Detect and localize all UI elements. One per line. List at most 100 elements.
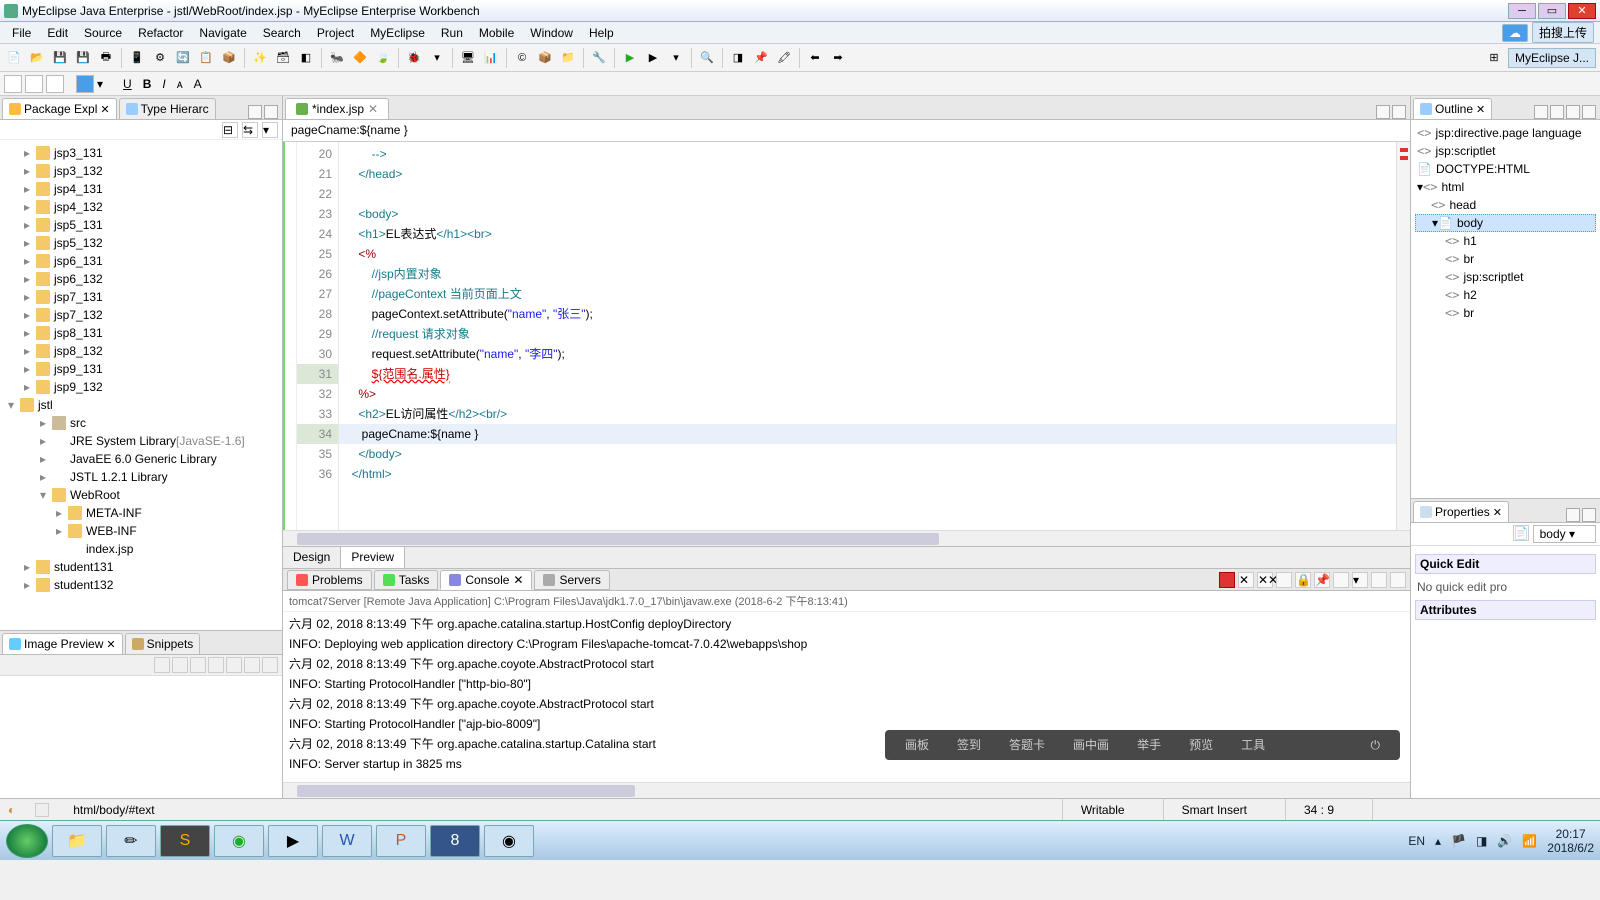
outline-item[interactable]: <>jsp:directive.page language — [1415, 124, 1596, 142]
perspective-myeclipse[interactable]: MyEclipse J... — [1508, 48, 1596, 68]
menu-mobile[interactable]: Mobile — [473, 24, 520, 42]
minimize-button[interactable]: ─ — [1508, 3, 1536, 19]
underline-icon[interactable]: U — [119, 77, 136, 91]
tree-item[interactable]: ▸ jsp3_131 — [0, 144, 282, 162]
terminate-icon[interactable] — [1219, 572, 1235, 588]
tree-item[interactable]: ▸ jsp4_132 — [0, 198, 282, 216]
tray-expand-icon[interactable]: ▴ — [1435, 834, 1441, 848]
remove-all-icon[interactable]: ✕✕ — [1257, 572, 1273, 588]
tab-problems[interactable]: Problems — [287, 570, 372, 590]
action-center-icon[interactable]: ◨ — [1476, 834, 1487, 848]
clear-console-icon[interactable] — [1276, 572, 1292, 588]
paste-icon[interactable]: 📋 — [196, 48, 216, 68]
folding-ruler[interactable] — [283, 142, 297, 530]
outline-item[interactable]: <>br — [1415, 250, 1596, 268]
print-icon[interactable]: 🖶 — [96, 48, 116, 68]
run-config-icon[interactable]: ▾ — [666, 48, 686, 68]
tree-item[interactable]: ▸ src — [0, 414, 282, 432]
word-icon[interactable]: W — [322, 825, 372, 857]
console-min-icon[interactable] — [1371, 572, 1387, 588]
menu-navigate[interactable]: Navigate — [193, 24, 252, 42]
outline-tree[interactable]: <>jsp:directive.page language <>jsp:scri… — [1411, 120, 1600, 498]
run-icon[interactable]: ▶ — [620, 48, 640, 68]
tree-item[interactable]: ▸ JRE System Library [JavaSE-1.6] — [0, 432, 282, 450]
open-console-icon[interactable]: ▾ — [1352, 572, 1368, 588]
box3-icon[interactable] — [46, 75, 64, 93]
outline-item[interactable]: <>head — [1415, 196, 1596, 214]
tree-item[interactable]: ▸ jsp9_132 — [0, 378, 282, 396]
code-area[interactable]: --> </head> <body> <h1>EL表达式</h1><br> <%… — [339, 142, 1396, 530]
outline-item[interactable]: <>h1 — [1415, 232, 1596, 250]
menu-source[interactable]: Source — [78, 24, 128, 42]
zoom-in-icon[interactable] — [190, 657, 206, 673]
highlight-icon[interactable]: 🖍 — [774, 48, 794, 68]
media-icon[interactable]: ▶ — [268, 825, 318, 857]
pin-icon[interactable]: 📌 — [751, 48, 771, 68]
server-icon[interactable]: 🖥 — [458, 48, 478, 68]
myeclipse-icon[interactable]: 8 — [430, 825, 480, 857]
fit-icon[interactable] — [226, 657, 242, 673]
overlay-tools[interactable]: 工具 — [1241, 735, 1265, 755]
tab-tasks[interactable]: Tasks — [374, 570, 439, 590]
tab-preview[interactable]: Preview — [341, 547, 405, 568]
tree-item[interactable]: ▸ jsp5_132 — [0, 234, 282, 252]
tab-properties[interactable]: Properties ✕ — [1413, 501, 1509, 522]
save-all-icon[interactable]: 💾 — [73, 48, 93, 68]
overlay-answer[interactable]: 答题卡 — [1009, 735, 1045, 755]
package-explorer-tree[interactable]: ▸ jsp3_131▸ jsp3_132▸ jsp4_131▸ jsp4_132… — [0, 140, 282, 630]
editor-breadcrumb[interactable]: pageCname:${name } — [283, 120, 1410, 142]
volume-icon[interactable]: 🔊 — [1497, 834, 1512, 848]
tree-item[interactable]: ▸ jsp4_131 — [0, 180, 282, 198]
drop-icon[interactable]: ▾ — [97, 77, 103, 91]
struts-icon[interactable]: 🔶 — [350, 48, 370, 68]
ipv-btn7-icon[interactable] — [262, 657, 278, 673]
collapse-all-icon[interactable]: ⊟ — [222, 122, 238, 138]
menu-project[interactable]: Project — [311, 24, 360, 42]
forward-icon[interactable]: ➡ — [828, 48, 848, 68]
debug-drop-icon[interactable]: ▾ — [427, 48, 447, 68]
attributes-section[interactable]: Attributes — [1415, 600, 1596, 620]
tree-item[interactable]: ▸ jsp7_132 — [0, 306, 282, 324]
ime-indicator[interactable]: EN — [1408, 834, 1425, 848]
tab-design[interactable]: Design — [283, 547, 341, 568]
db-icon[interactable]: 🗃 — [273, 48, 293, 68]
tree-item[interactable]: ▸ jsp8_131 — [0, 324, 282, 342]
outline-max-icon[interactable] — [1582, 105, 1596, 119]
line-gutter[interactable]: 2021222324252627282930313233343536 — [297, 142, 339, 530]
upload-button[interactable]: 拍搜上传 — [1532, 22, 1594, 43]
box2-icon[interactable] — [25, 75, 43, 93]
zoom-out-icon[interactable] — [208, 657, 224, 673]
tree-item[interactable]: ▸ JSTL 1.2.1 Library — [0, 468, 282, 486]
menu-file[interactable]: File — [6, 24, 37, 42]
outline-btn1-icon[interactable] — [1534, 105, 1548, 119]
tree-item[interactable]: ▸ jsp5_131 — [0, 216, 282, 234]
close-button[interactable]: ✕ — [1568, 3, 1596, 19]
ppt-icon[interactable]: P — [376, 825, 426, 857]
tree-item[interactable]: ▸ META-INF — [0, 504, 282, 522]
scroll-lock-icon[interactable]: 🔒 — [1295, 572, 1311, 588]
italic-icon[interactable]: I — [158, 77, 169, 91]
outline-item[interactable]: <>jsp:scriptlet — [1415, 268, 1596, 286]
open-task-icon[interactable]: ◨ — [728, 48, 748, 68]
overlay-canvas[interactable]: 画板 — [905, 735, 929, 755]
tree-item[interactable]: index.jsp — [0, 540, 282, 558]
fill-icon[interactable] — [76, 75, 94, 93]
tree-item[interactable]: ▸ jsp6_132 — [0, 270, 282, 288]
console-max-icon[interactable] — [1390, 572, 1406, 588]
config-icon[interactable]: ⚙ — [150, 48, 170, 68]
tree-item[interactable]: ▾ WebRoot — [0, 486, 282, 504]
overlay-pip[interactable]: 画中画 — [1073, 735, 1109, 755]
outline-btn2-icon[interactable] — [1550, 105, 1564, 119]
tree-item[interactable]: ▸ JavaEE 6.0 Generic Library — [0, 450, 282, 468]
mobile-icon[interactable]: 📱 — [127, 48, 147, 68]
save-icon[interactable]: 💾 — [50, 48, 70, 68]
menu-refactor[interactable]: Refactor — [132, 24, 189, 42]
back-icon[interactable]: ⬅ — [805, 48, 825, 68]
console-hscroll[interactable] — [283, 782, 1410, 798]
maximize-view-icon[interactable] — [264, 105, 278, 119]
menu-edit[interactable]: Edit — [41, 24, 74, 42]
overlay-preview[interactable]: 预览 — [1189, 735, 1213, 755]
menu-help[interactable]: Help — [583, 24, 620, 42]
debug-icon[interactable]: 🐞 — [404, 48, 424, 68]
tab-package-explorer[interactable]: Package Expl ✕ — [2, 98, 117, 119]
